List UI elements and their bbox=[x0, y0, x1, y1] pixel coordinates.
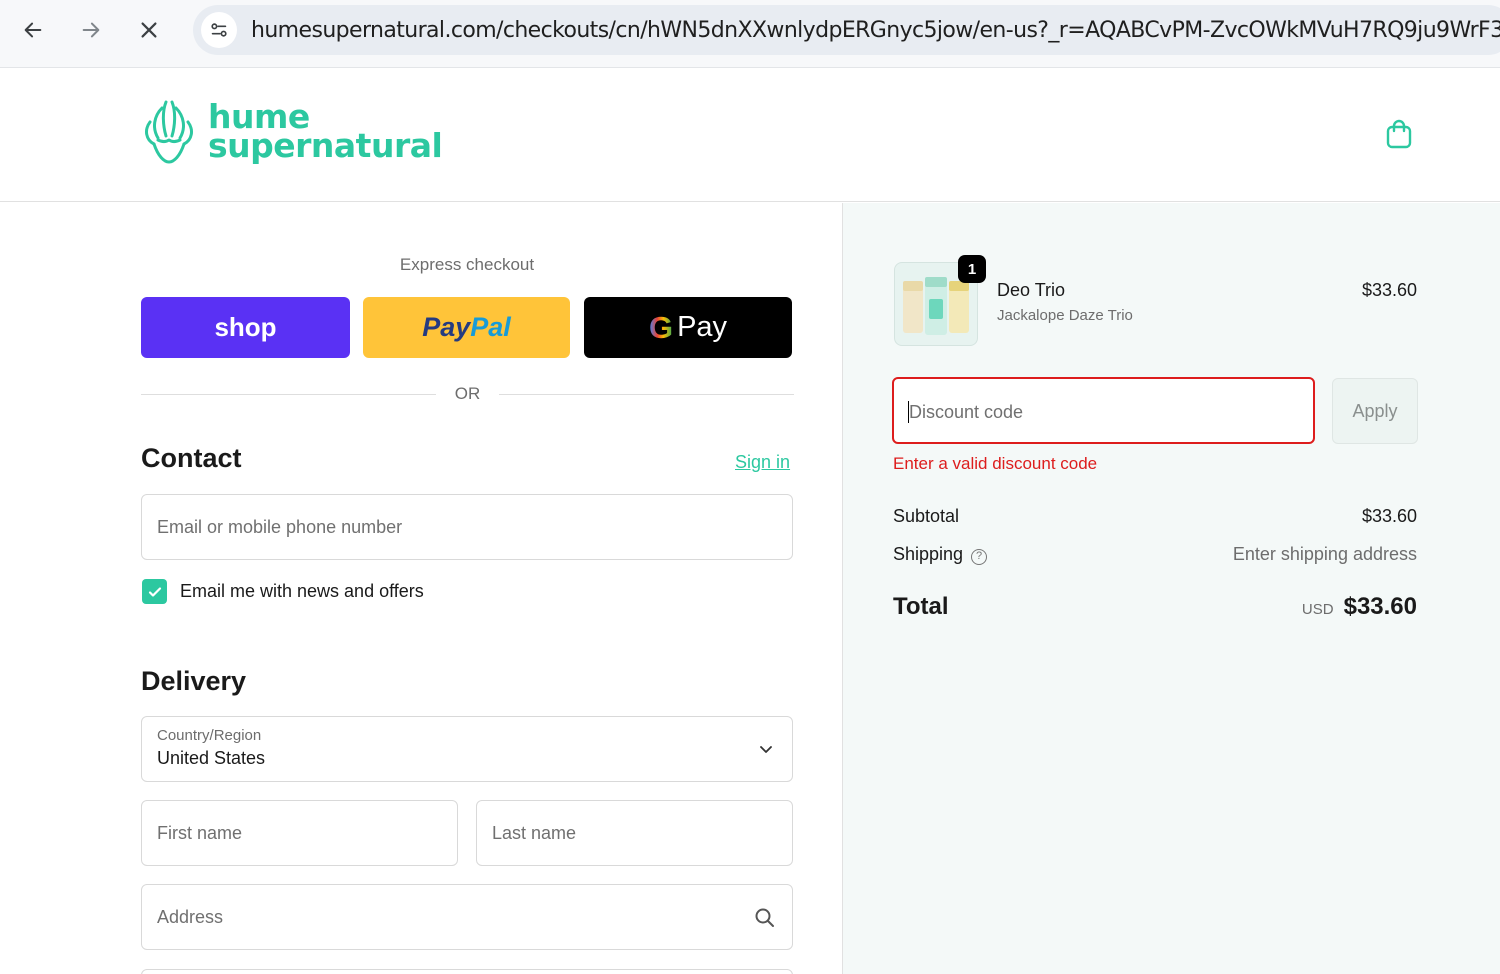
discount-error-message: Enter a valid discount code bbox=[893, 454, 1098, 473]
apply-discount-button[interactable]: Apply bbox=[1332, 378, 1418, 444]
search-icon[interactable] bbox=[754, 907, 776, 929]
divider-line bbox=[499, 394, 794, 395]
country-select[interactable]: Country/Region United States bbox=[141, 716, 793, 782]
jackalope-logo-icon bbox=[145, 100, 193, 164]
address-field[interactable]: Address bbox=[141, 884, 793, 950]
delivery-heading: Delivery bbox=[141, 666, 247, 696]
shopping-bag-icon[interactable] bbox=[1384, 118, 1414, 150]
total-value: $33.60 bbox=[1343, 593, 1417, 620]
last-name-field[interactable]: Last name bbox=[476, 800, 793, 866]
divider-line bbox=[141, 394, 436, 395]
forward-arrow-icon[interactable] bbox=[75, 14, 107, 46]
subtotal-value: $33.60 bbox=[1361, 506, 1417, 526]
subtotal-label: Subtotal bbox=[893, 506, 960, 526]
last-name-placeholder: Last name bbox=[492, 823, 577, 843]
address-bar[interactable]: humesupernatural.com/checkouts/cn/hWN5dn… bbox=[193, 5, 1500, 55]
back-arrow-icon[interactable] bbox=[17, 14, 49, 46]
url-text: humesupernatural.com/checkouts/cn/hWN5dn… bbox=[251, 17, 1500, 43]
brand-logo[interactable]: hume supernatural bbox=[140, 96, 443, 166]
shop-pay-label: shop bbox=[214, 312, 277, 342]
or-label: OR bbox=[454, 384, 481, 403]
paypal-button[interactable]: Pay Pal bbox=[363, 297, 570, 358]
quantity-badge: 1 bbox=[958, 255, 986, 283]
email-placeholder: Email or mobile phone number bbox=[157, 517, 403, 537]
paypal-label-pal: Pal bbox=[470, 312, 511, 342]
next-field[interactable] bbox=[141, 969, 793, 974]
site-header: hume supernatural bbox=[0, 68, 1500, 202]
google-pay-label: Pay bbox=[677, 311, 728, 343]
sign-in-link[interactable]: Sign in bbox=[735, 452, 790, 473]
product-variant: Jackalope Daze Trio bbox=[997, 307, 1133, 324]
contact-heading: Contact bbox=[141, 443, 242, 473]
chevron-down-icon bbox=[760, 746, 772, 753]
product-name: Deo Trio bbox=[997, 280, 1066, 300]
email-field[interactable]: Email or mobile phone number bbox=[141, 494, 793, 560]
country-value: United States bbox=[157, 748, 266, 768]
news-offers-option[interactable]: Email me with news and offers bbox=[142, 579, 424, 604]
shipping-label: Shipping bbox=[893, 544, 964, 564]
currency-code: USD bbox=[1301, 601, 1334, 618]
paypal-label-pay: Pay bbox=[422, 312, 471, 342]
shipping-row-label: Shipping? bbox=[893, 544, 988, 565]
product-price: $33.60 bbox=[1361, 280, 1417, 300]
discount-placeholder: Discount code bbox=[909, 402, 1024, 422]
total-label: Total bbox=[893, 593, 949, 620]
shipping-value: Enter shipping address bbox=[1232, 544, 1417, 564]
express-checkout-label: Express checkout bbox=[399, 255, 535, 274]
logo-line2: supernatural bbox=[208, 126, 443, 165]
news-offers-label: Email me with news and offers bbox=[180, 581, 424, 601]
address-placeholder: Address bbox=[157, 907, 224, 927]
help-circle-icon[interactable]: ? bbox=[971, 549, 988, 565]
google-pay-button[interactable]: G Pay bbox=[584, 297, 792, 358]
google-g-icon: G bbox=[648, 309, 674, 345]
total-amount: USD $33.60 bbox=[1302, 593, 1417, 621]
discount-code-input[interactable]: Discount code bbox=[892, 377, 1315, 444]
stop-loading-icon[interactable] bbox=[133, 14, 165, 46]
browser-toolbar: humesupernatural.com/checkouts/cn/hWN5dn… bbox=[0, 0, 1500, 68]
or-divider: OR bbox=[141, 384, 794, 404]
site-settings-icon[interactable] bbox=[201, 12, 237, 48]
news-offers-checkbox[interactable] bbox=[142, 579, 167, 604]
checkout-form: Express checkout shop Pay Pal G Pay OR Con… bbox=[0, 203, 842, 974]
first-name-placeholder: First name bbox=[157, 823, 243, 843]
order-summary: 1 Deo Trio Jackalope Daze Trio $33.60 Di… bbox=[842, 203, 1500, 974]
checkmark-icon bbox=[148, 586, 161, 597]
country-label: Country/Region bbox=[157, 727, 262, 744]
first-name-field[interactable]: First name bbox=[141, 800, 458, 866]
shop-pay-button[interactable]: shop bbox=[141, 297, 350, 358]
